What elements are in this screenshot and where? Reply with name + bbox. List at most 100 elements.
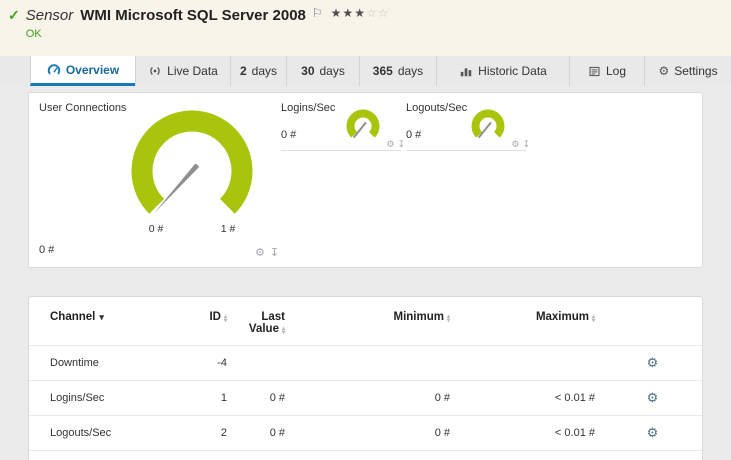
sort-icon[interactable]: ▴ ▾ xyxy=(447,314,450,324)
sort-icon[interactable]: ▴ ▾ xyxy=(224,314,227,324)
channel-settings-icon[interactable]: ⚙ xyxy=(647,390,659,405)
tab-label: days xyxy=(319,64,345,78)
channel-minimum xyxy=(293,345,458,381)
prtg-sensor-page: ✓ Sensor WMI Microsoft SQL Server 2008 ⚐… xyxy=(0,0,731,460)
table-row: Downtime -4 ⚙ xyxy=(29,345,702,381)
column-header-actions xyxy=(603,299,702,346)
gauge-icon xyxy=(47,63,61,77)
table-row: Logouts/Sec 2 0 # 0 # < 0.01 # ⚙ xyxy=(29,415,702,451)
tab-label: Overview xyxy=(65,62,120,77)
column-header-channel[interactable]: Channel ▾ xyxy=(29,299,201,346)
download-icon[interactable]: ↧ xyxy=(270,246,279,259)
tab-label-number: 2 xyxy=(239,64,247,78)
gauge-scale-max: 1 # xyxy=(221,223,236,235)
channel-name: Downtime xyxy=(29,345,201,381)
gear-icon[interactable]: ⚙ xyxy=(386,139,394,150)
chevron-down-icon[interactable]: ▾ xyxy=(99,312,104,322)
flag-icon[interactable]: ⚐ xyxy=(312,7,323,19)
bar-chart-icon xyxy=(459,64,473,78)
priority-stars[interactable]: ★★★☆☆ xyxy=(331,7,390,20)
channel-last-value xyxy=(235,345,293,381)
channel-maximum: < 0.01 # xyxy=(458,380,603,416)
sensor-title: WMI Microsoft SQL Server 2008 xyxy=(80,7,306,24)
channels-table: Channel ▾ ID ▴ ▾ Last Value ▴ ▾ Minimum ▴ ▾ Max xyxy=(29,299,702,460)
column-label: Channel xyxy=(50,311,96,323)
channel-settings-icon[interactable]: ⚙ xyxy=(647,355,659,370)
small-gauge-logins: Logins/Sec 0 # ⚙ ↧ xyxy=(281,102,405,154)
column-label: ID xyxy=(209,311,221,323)
sensor-overview-content: User Connections 0 # 1 # 0 # ⚙ ↧ Logins/… xyxy=(0,86,731,460)
main-gauge-actions: ⚙ ↧ xyxy=(255,246,279,259)
column-header-id[interactable]: ID ▴ ▾ xyxy=(201,299,235,346)
channel-minimum: 0 # xyxy=(293,415,458,451)
column-header-minimum[interactable]: Minimum ▴ ▾ xyxy=(293,299,458,346)
tab-overview[interactable]: Overview xyxy=(30,56,135,86)
channel-id: 2 xyxy=(201,415,235,451)
gauge-needle xyxy=(478,122,492,138)
stars-filled[interactable]: ★★★ xyxy=(331,6,366,20)
divider xyxy=(281,150,401,151)
divider xyxy=(406,150,526,151)
channel-minimum: 0 # xyxy=(293,380,458,416)
tab-live-data[interactable]: Live Data xyxy=(135,56,230,86)
column-label: Minimum xyxy=(393,311,444,323)
tab-label: Live Data xyxy=(167,64,218,78)
channel-name: Logouts/Sec xyxy=(29,415,201,451)
gear-icon: ⚙ xyxy=(658,64,670,78)
tab-label: Settings xyxy=(674,64,718,78)
tab-label-number: 30 xyxy=(301,64,315,78)
column-header-last-value[interactable]: Last Value ▴ ▾ xyxy=(235,299,293,346)
download-icon[interactable]: ↧ xyxy=(397,139,405,150)
channel-id: -4 xyxy=(201,345,235,381)
tab-historic-data[interactable]: Historic Data xyxy=(436,56,569,86)
channel-settings-icon[interactable]: ⚙ xyxy=(647,425,659,440)
small-gauge-value: 0 # xyxy=(281,129,297,141)
column-header-maximum[interactable]: Maximum ▴ ▾ xyxy=(458,299,603,346)
tab-label: days xyxy=(397,64,424,78)
gauges-panel: User Connections 0 # 1 # 0 # ⚙ ↧ Logins/… xyxy=(28,92,703,268)
channel-maximum xyxy=(458,345,603,381)
gear-icon[interactable]: ⚙ xyxy=(511,139,519,150)
column-label: Maximum xyxy=(535,311,589,323)
download-icon[interactable]: ↧ xyxy=(522,139,530,150)
status-badge: OK xyxy=(25,28,42,40)
gauge-needle xyxy=(153,163,200,214)
main-gauge-value: 0 # xyxy=(39,244,55,256)
gauge-needle xyxy=(353,122,367,138)
tab-label: Log xyxy=(605,64,627,78)
table-row: User Connections 0 0 # 0 # 0 # ⚙ xyxy=(29,450,702,460)
logins-gauge xyxy=(346,109,380,138)
channel-last-value: 0 # xyxy=(235,450,293,460)
tab-30-days[interactable]: 30 days xyxy=(286,56,359,86)
sensor-title-block: Sensor WMI Microsoft SQL Server 2008 ⚐ ★… xyxy=(25,7,390,41)
tab-365-days[interactable]: 365 days xyxy=(359,56,436,86)
gear-icon[interactable]: ⚙ xyxy=(255,246,265,259)
stars-empty[interactable]: ☆☆ xyxy=(366,6,390,20)
tab-2-days[interactable]: 2 days xyxy=(230,56,286,86)
channel-id: 0 xyxy=(201,450,235,460)
tab-label: Historic Data xyxy=(478,64,547,78)
log-list-icon xyxy=(588,65,601,78)
channels-panel: Channel ▾ ID ▴ ▾ Last Value ▴ ▾ Minimum ▴ ▾ Max xyxy=(28,296,703,460)
table-row: Logins/Sec 1 0 # 0 # < 0.01 # ⚙ xyxy=(29,380,702,416)
user-connections-gauge: 0 # 1 # xyxy=(131,110,253,235)
tab-log[interactable]: Log xyxy=(569,56,644,86)
table-header-row: Channel ▾ ID ▴ ▾ Last Value ▴ ▾ Minimum ▴ ▾ Max xyxy=(29,299,702,346)
sensor-header: ✓ Sensor WMI Microsoft SQL Server 2008 ⚐… xyxy=(0,0,731,56)
sort-icon[interactable]: ▴ ▾ xyxy=(592,314,595,324)
channel-last-value: 0 # xyxy=(235,380,293,416)
small-gauge-actions: ⚙ ↧ xyxy=(386,139,405,150)
channel-maximum: < 0.01 # xyxy=(458,415,603,451)
object-kind-label: Sensor xyxy=(25,7,74,24)
logouts-gauge xyxy=(471,109,505,138)
tab-spacer xyxy=(0,56,30,86)
tab-label: days xyxy=(251,64,278,78)
broadcast-icon xyxy=(148,64,162,78)
channel-maximum: 0 # xyxy=(458,450,603,460)
channel-last-value: 0 # xyxy=(235,415,293,451)
main-gauge-title: User Connections xyxy=(39,102,127,114)
small-gauge-logouts: Logouts/Sec 0 # ⚙ ↧ xyxy=(406,102,530,154)
sort-icon[interactable]: ▴ ▾ xyxy=(282,326,285,336)
tab-settings[interactable]: ⚙ Settings xyxy=(644,56,731,86)
channel-name: User Connections xyxy=(29,450,201,460)
